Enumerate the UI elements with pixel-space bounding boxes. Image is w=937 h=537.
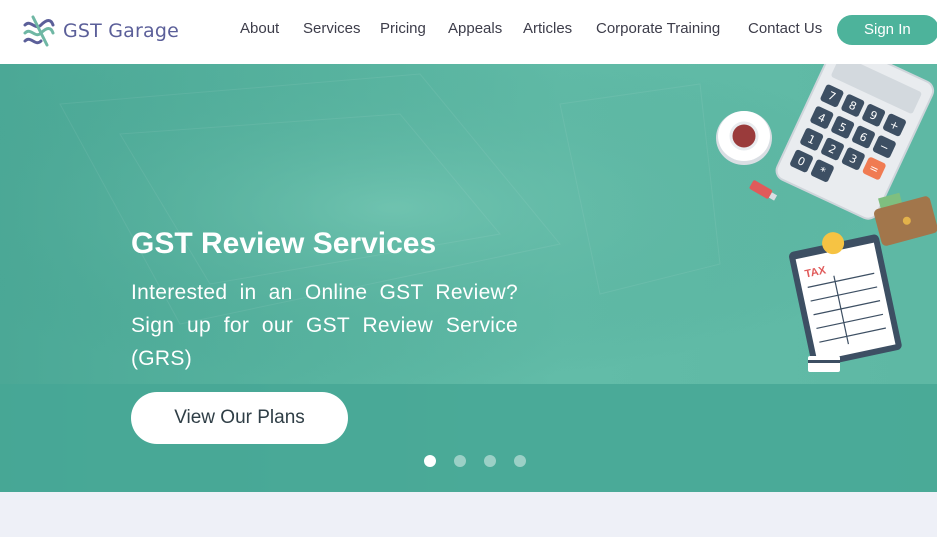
hero-title: GST Review Services <box>131 227 437 260</box>
credit-card-icon <box>808 356 840 372</box>
usb-drive-icon <box>749 180 778 201</box>
carousel-dot-2[interactable] <box>454 455 466 467</box>
top-navbar: GST Garage About Services Pricing Appeal… <box>0 0 937 64</box>
nav-corporate-training[interactable]: Corporate Training <box>596 20 720 37</box>
carousel-dot-3[interactable] <box>484 455 496 467</box>
nav-about[interactable]: About <box>240 20 279 37</box>
carousel-dot-4[interactable] <box>514 455 526 467</box>
nav-pricing[interactable]: Pricing <box>380 20 426 37</box>
nav-appeals[interactable]: Appeals <box>448 20 502 37</box>
gst-garage-logo-icon <box>23 15 55 47</box>
view-plans-button[interactable]: View Our Plans <box>131 392 348 444</box>
brand-logo[interactable]: GST Garage <box>21 13 179 49</box>
carousel-indicators <box>424 455 526 467</box>
hero-subtitle: Interested in an Online GST Review? Sign… <box>131 281 518 370</box>
finance-illustration: 789+456−123=0* TAX <box>716 64 937 372</box>
calculator-icon: 789+456−123=0* <box>775 64 935 220</box>
sign-in-button[interactable]: Sign In <box>837 15 937 45</box>
nav-services[interactable]: Services <box>303 20 361 37</box>
hero-carousel: 7 8 9 +4 5 6−1 2 3 = 0 * TAX GST Review … <box>0 64 937 492</box>
nav-contact-us[interactable]: Contact Us <box>748 20 822 37</box>
carousel-dot-1[interactable] <box>424 455 436 467</box>
logo-text: GST Garage <box>63 20 179 42</box>
nav-articles[interactable]: Articles <box>523 20 572 37</box>
coffee-cup-icon <box>716 111 772 165</box>
